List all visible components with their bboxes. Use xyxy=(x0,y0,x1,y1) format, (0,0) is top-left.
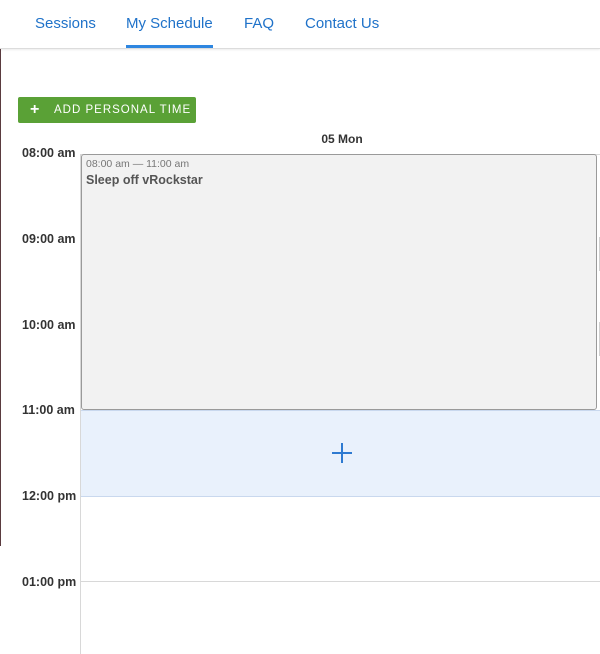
day-header: 05 Mon xyxy=(321,132,363,146)
event-title: Sleep off vRockstar xyxy=(86,173,203,187)
top-navigation: Sessions My Schedule FAQ Contact Us xyxy=(0,0,600,49)
tab-faq[interactable]: FAQ xyxy=(244,0,274,48)
time-label-1200: 12:00 pm xyxy=(22,489,77,503)
left-edge-divider xyxy=(0,0,1,546)
time-label-0100: 01:00 pm xyxy=(22,575,77,589)
add-personal-time-button[interactable]: + ADD PERSONAL TIME xyxy=(18,97,196,123)
time-label-1000: 10:00 am xyxy=(22,318,76,332)
add-time-slot[interactable] xyxy=(81,410,600,497)
tab-contact-us[interactable]: Contact Us xyxy=(305,0,379,48)
tab-my-schedule[interactable]: My Schedule xyxy=(126,0,213,48)
schedule-event[interactable]: 08:00 am — 11:00 am Sleep off vRockstar xyxy=(81,154,597,410)
plus-icon xyxy=(332,443,352,463)
tab-sessions[interactable]: Sessions xyxy=(35,0,96,48)
time-label-0800: 08:00 am xyxy=(22,146,76,160)
time-label-0900: 09:00 am xyxy=(22,232,76,246)
time-label-1100: 11:00 am xyxy=(22,403,75,417)
hour-line xyxy=(80,581,600,582)
plus-icon: + xyxy=(30,101,41,118)
event-time: 08:00 am — 11:00 am xyxy=(86,158,190,170)
add-personal-time-label: ADD PERSONAL TIME xyxy=(54,104,192,116)
